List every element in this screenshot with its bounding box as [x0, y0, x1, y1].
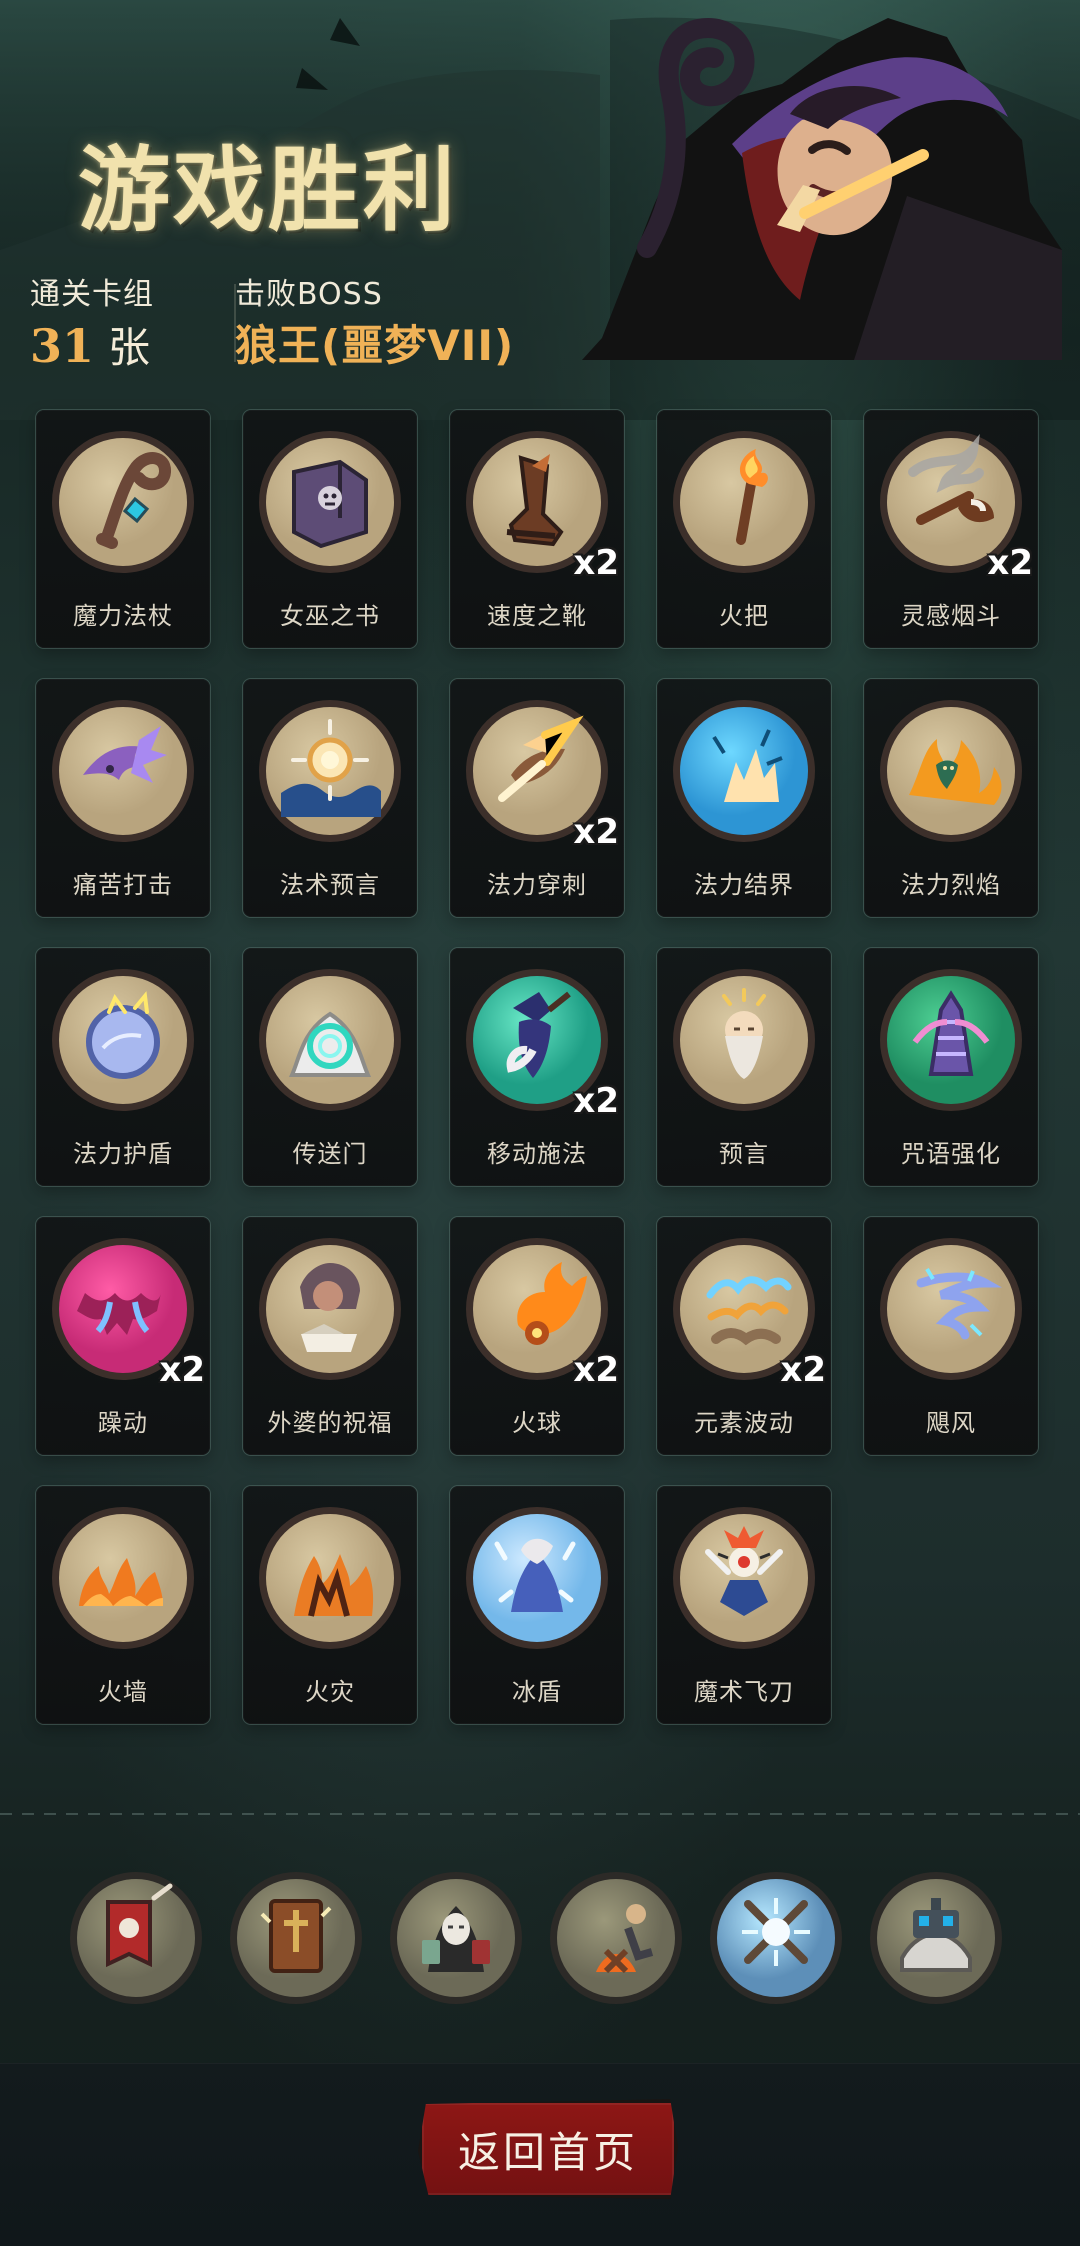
- deck-card-label: 法力烈焰: [901, 871, 1001, 899]
- deck-card-label: 魔力法杖: [73, 602, 173, 630]
- deck-card-label: 速度之靴: [487, 602, 587, 630]
- deck-card[interactable]: 咒语强化: [864, 948, 1038, 1186]
- portal-icon: [256, 966, 404, 1114]
- deck-card-label: 预言: [719, 1140, 769, 1168]
- card-count-badge: x2: [573, 543, 619, 583]
- deck-card-label: 躁动: [98, 1409, 148, 1437]
- deck-count-label: 通关卡组: [30, 277, 154, 312]
- deck-card[interactable]: 火灾: [243, 1486, 417, 1724]
- magic-knife-icon: [670, 1504, 818, 1652]
- deck-card-label: 冰盾: [512, 1678, 562, 1706]
- deck-card-label: 飓风: [926, 1409, 976, 1437]
- banner-skull-icon[interactable]: [68, 1870, 204, 2006]
- card-count-badge: x2: [573, 812, 619, 852]
- deck-grid: 魔力法杖 女巫之书 x2 速度之靴 火把 x2 灵感烟斗 痛苦打击 法术预言 x2 法…: [36, 410, 1044, 1738]
- deck-card[interactable]: 火把: [657, 410, 831, 648]
- deck-card-label: 灵感烟斗: [901, 602, 1001, 630]
- ice-shield-icon: [463, 1504, 611, 1652]
- boss-name: 狼王(噩梦VII): [235, 321, 515, 370]
- victory-title: 游戏胜利: [78, 140, 598, 252]
- deck-card[interactable]: x2 灵感烟斗: [864, 410, 1038, 648]
- deck-card[interactable]: 法力结界: [657, 679, 831, 917]
- deck-card[interactable]: 魔力法杖: [36, 410, 210, 648]
- deck-card[interactable]: x2 速度之靴: [450, 410, 624, 648]
- boss-stat: 击败BOSS 狼王(噩梦VII): [235, 278, 665, 372]
- grandma-blessing-icon: [256, 1235, 404, 1383]
- deck-card[interactable]: 法术预言: [243, 679, 417, 917]
- deck-card-label: 移动施法: [487, 1140, 587, 1168]
- mana-flame-icon: [877, 697, 1025, 845]
- deck-card[interactable]: x2 法力穿刺: [450, 679, 624, 917]
- deck-card[interactable]: x2 躁动: [36, 1217, 210, 1455]
- deck-card-label: 火把: [719, 602, 769, 630]
- deck-card-label: 火球: [512, 1409, 562, 1437]
- boss-label: 击败BOSS: [235, 277, 383, 312]
- deck-card-label: 法力穿刺: [487, 871, 587, 899]
- deck-card-label: 元素波动: [694, 1409, 794, 1437]
- deck-card-label: 痛苦打击: [73, 871, 173, 899]
- deck-card[interactable]: 火墙: [36, 1486, 210, 1724]
- masked-rogue-icon[interactable]: [388, 1870, 524, 2006]
- mana-barrier-icon: [670, 697, 818, 845]
- deck-count-stat: 通关卡组 31 张: [30, 278, 210, 374]
- hurricane-icon: [877, 1235, 1025, 1383]
- deck-card-label: 火墙: [98, 1678, 148, 1706]
- deck-card[interactable]: 女巫之书: [243, 410, 417, 648]
- deck-count-unit: 张: [108, 323, 151, 372]
- torch-icon: [670, 428, 818, 576]
- card-count-badge: x2: [987, 543, 1033, 583]
- deck-card-label: 法力结界: [694, 871, 794, 899]
- deck-card[interactable]: x2 移动施法: [450, 948, 624, 1186]
- magic-staff-icon: [49, 428, 197, 576]
- holy-book-icon[interactable]: [228, 1870, 364, 2006]
- deck-count-value-row: 31 张: [30, 320, 210, 374]
- deck-card[interactable]: x2 火球: [450, 1217, 624, 1455]
- deck-card-label: 传送门: [292, 1140, 368, 1168]
- result-stats: 通关卡组 31 张 击败BOSS 狼王(噩梦VII): [30, 278, 670, 388]
- mana-shield-icon: [49, 966, 197, 1114]
- deck-card-label: 火灾: [305, 1678, 355, 1706]
- deck-card[interactable]: 传送门: [243, 948, 417, 1186]
- wildfire-icon: [256, 1504, 404, 1652]
- unlock-rewards-row: [68, 1870, 1018, 2010]
- deck-card[interactable]: 预言: [657, 948, 831, 1186]
- deck-card-label: 魔术飞刀: [694, 1678, 794, 1706]
- deck-card-label: 法力护盾: [73, 1140, 173, 1168]
- deck-card[interactable]: 痛苦打击: [36, 679, 210, 917]
- fire-wall-icon: [49, 1504, 197, 1652]
- section-divider: [0, 1813, 1080, 1815]
- prophecy-icon: [670, 966, 818, 1114]
- card-count-badge: x2: [780, 1350, 826, 1390]
- deck-card-label: 法术预言: [280, 871, 380, 899]
- page-title: 游戏胜利: [78, 136, 459, 244]
- return-home-button[interactable]: 返回首页: [418, 2099, 678, 2199]
- deck-count-number: 31: [30, 319, 95, 373]
- crossed-staffs-icon[interactable]: [708, 1870, 844, 2006]
- deck-card[interactable]: x2 元素波动: [657, 1217, 831, 1455]
- deck-card[interactable]: 法力护盾: [36, 948, 210, 1186]
- deck-card-label: 外婆的祝福: [267, 1409, 393, 1437]
- deck-card[interactable]: 冰盾: [450, 1486, 624, 1724]
- card-count-badge: x2: [573, 1350, 619, 1390]
- pain-strike-icon: [49, 697, 197, 845]
- deck-card[interactable]: 飓风: [864, 1217, 1038, 1455]
- spell-boost-icon: [877, 966, 1025, 1114]
- deck-card-label: 咒语强化: [901, 1140, 1001, 1168]
- robot-book-icon[interactable]: [868, 1870, 1004, 2006]
- deck-card[interactable]: 魔术飞刀: [657, 1486, 831, 1724]
- card-count-badge: x2: [159, 1350, 205, 1390]
- deck-card[interactable]: 法力烈焰: [864, 679, 1038, 917]
- witch-book-icon: [256, 428, 404, 576]
- deck-card[interactable]: 外婆的祝福: [243, 1217, 417, 1455]
- campfire-warrior-icon[interactable]: [548, 1870, 684, 2006]
- spell-prophecy-icon: [256, 697, 404, 845]
- card-count-badge: x2: [573, 1081, 619, 1121]
- deck-card-label: 女巫之书: [280, 602, 380, 630]
